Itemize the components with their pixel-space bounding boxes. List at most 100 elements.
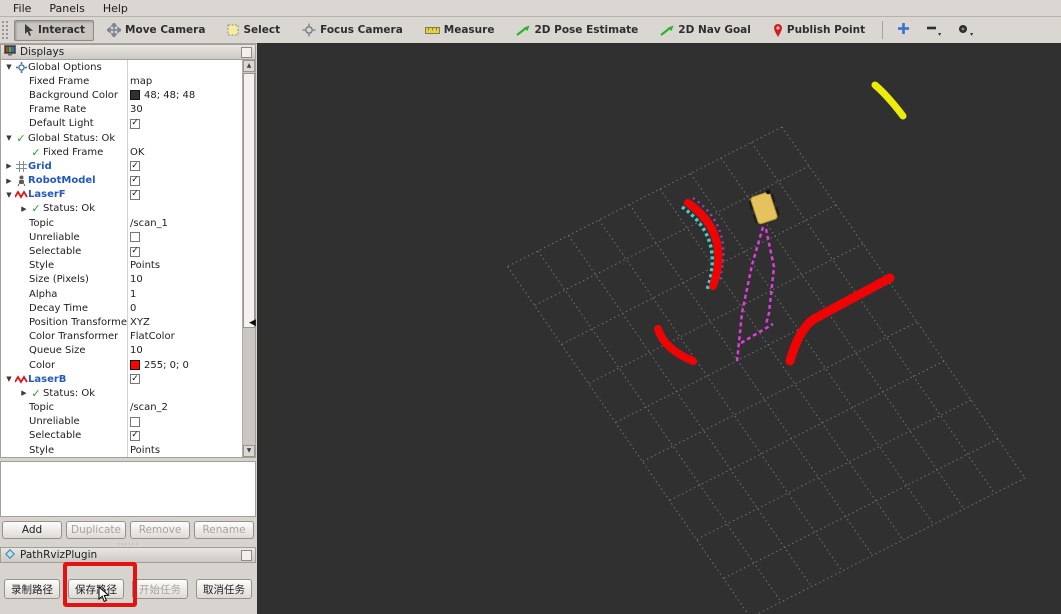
property-value[interactable]: 48; 48; 48 bbox=[127, 90, 255, 101]
property-value[interactable]: FlatColor bbox=[127, 331, 255, 342]
tool-select-button[interactable]: Select bbox=[218, 20, 289, 40]
tree-row[interactable]: Style Points bbox=[1, 259, 255, 273]
property-value[interactable]: Points bbox=[127, 445, 255, 456]
tree-row[interactable]: Default Light ✓ bbox=[1, 117, 255, 131]
checkbox-checked[interactable]: ✓ bbox=[130, 246, 140, 257]
tool-measure-button[interactable]: Measure bbox=[416, 20, 504, 40]
tree-row[interactable]: Background Color 48; 48; 48 bbox=[1, 88, 255, 102]
displays-tree[interactable]: ▼ Global Options Fixed Frame map Background … bbox=[0, 60, 256, 458]
property-value[interactable]: ✓ bbox=[127, 246, 255, 257]
tree-row[interactable]: ▶ Grid ✓ bbox=[1, 159, 255, 173]
tree-row[interactable]: ▶ ✓ Status: Ok bbox=[1, 202, 255, 216]
remove-display-button[interactable]: Remove bbox=[130, 521, 190, 539]
property-value[interactable]: 10 bbox=[127, 345, 255, 356]
checkbox-unchecked[interactable] bbox=[130, 232, 140, 243]
property-value[interactable] bbox=[127, 232, 255, 243]
add-display-button[interactable]: Add bbox=[2, 521, 62, 539]
property-value[interactable]: Points bbox=[127, 260, 255, 271]
scroll-up-icon[interactable]: ▲ bbox=[243, 60, 255, 72]
tool-interact-button[interactable]: Interact bbox=[14, 19, 95, 41]
tree-row[interactable]: Unreliable bbox=[1, 230, 255, 244]
tree-column-divider[interactable] bbox=[127, 60, 128, 457]
property-value[interactable]: ✓ bbox=[127, 374, 255, 385]
checkbox-unchecked[interactable] bbox=[130, 416, 140, 427]
tree-row[interactable]: Alpha 1 bbox=[1, 287, 255, 301]
tree-row[interactable]: Style Points bbox=[1, 443, 255, 457]
property-value[interactable]: 255; 0; 0 bbox=[127, 360, 255, 371]
checkbox-checked[interactable]: ✓ bbox=[130, 189, 140, 200]
expand-arrow-icon[interactable]: ▶ bbox=[19, 389, 29, 397]
tree-row[interactable]: ▼ ✓ Global Status: Ok bbox=[1, 131, 255, 145]
tree-row[interactable]: Decay Time 0 bbox=[1, 301, 255, 315]
render-viewport[interactable] bbox=[257, 43, 1061, 614]
expand-arrow-icon[interactable]: ▼ bbox=[4, 134, 14, 142]
tool-2d-nav-goal-button[interactable]: 2D Nav Goal bbox=[651, 20, 760, 40]
property-value[interactable] bbox=[127, 416, 255, 427]
checkbox-checked[interactable]: ✓ bbox=[130, 118, 140, 129]
tree-row[interactable]: Size (Pixels) 10 bbox=[1, 273, 255, 287]
property-value[interactable]: OK bbox=[127, 147, 255, 158]
panel-float-button[interactable] bbox=[241, 46, 252, 58]
save-path-button[interactable]: 保存路径 bbox=[68, 579, 124, 599]
start-task-button[interactable]: 开始任务 bbox=[132, 579, 188, 599]
menu-panels[interactable]: Panels bbox=[41, 1, 92, 16]
tree-row[interactable]: ✓ Fixed Frame OK bbox=[1, 145, 255, 159]
tree-row[interactable]: ▶ ✓ Status: Ok bbox=[1, 386, 255, 400]
tree-row[interactable]: Selectable ✓ bbox=[1, 244, 255, 258]
expand-arrow-icon[interactable]: ▶ bbox=[19, 205, 29, 213]
duplicate-display-button[interactable]: Duplicate bbox=[66, 521, 126, 539]
expand-arrow-icon[interactable]: ▶ bbox=[4, 162, 14, 170]
property-value[interactable]: /scan_1 bbox=[127, 218, 255, 229]
remove-tool-button[interactable]: ▾ bbox=[921, 21, 946, 40]
property-value[interactable]: ✓ bbox=[127, 175, 255, 186]
tree-row[interactable]: Queue Size 10 bbox=[1, 344, 255, 358]
menu-help[interactable]: Help bbox=[95, 1, 136, 16]
property-value[interactable]: 30 bbox=[127, 104, 255, 115]
tree-row[interactable]: ▶ RobotModel ✓ bbox=[1, 174, 255, 188]
tree-row[interactable]: Topic/scan_1 bbox=[1, 216, 255, 230]
tree-row[interactable]: ▼ LaserB ✓ bbox=[1, 372, 255, 386]
record-path-button[interactable]: 录制路径 bbox=[4, 579, 60, 599]
property-value[interactable]: ✓ bbox=[127, 118, 255, 129]
rename-display-button[interactable]: Rename bbox=[194, 521, 254, 539]
color-swatch[interactable] bbox=[130, 90, 140, 101]
checkbox-checked[interactable]: ✓ bbox=[130, 175, 140, 186]
tool-2d-pose-estimate-button[interactable]: 2D Pose Estimate bbox=[507, 20, 647, 40]
menu-file[interactable]: File bbox=[5, 1, 39, 16]
scrollbar-thumb[interactable] bbox=[243, 73, 255, 328]
property-value[interactable]: /scan_2 bbox=[127, 402, 255, 413]
property-value[interactable]: ✓ bbox=[127, 161, 255, 172]
toolbar-drag-handle[interactable] bbox=[2, 21, 8, 39]
tool-properties-button[interactable]: ▾ bbox=[952, 21, 978, 40]
tree-row[interactable]: ▼ Global Options bbox=[1, 60, 255, 74]
property-value[interactable]: 1 bbox=[127, 289, 255, 300]
expand-arrow-icon[interactable]: ▼ bbox=[4, 63, 14, 71]
tool-publish-point-button[interactable]: Publish Point bbox=[764, 20, 874, 41]
property-value[interactable]: ✓ bbox=[127, 430, 255, 441]
displays-panel-header[interactable]: Displays bbox=[0, 44, 256, 60]
cancel-task-button[interactable]: 取消任务 bbox=[196, 579, 252, 599]
property-value[interactable]: 10 bbox=[127, 274, 255, 285]
checkbox-checked[interactable]: ✓ bbox=[130, 374, 140, 385]
add-tool-button[interactable] bbox=[892, 19, 915, 41]
checkbox-checked[interactable]: ✓ bbox=[130, 430, 140, 441]
tree-row[interactable]: Color Transformer FlatColor bbox=[1, 330, 255, 344]
tree-row[interactable]: Unreliable bbox=[1, 415, 255, 429]
tree-scrollbar[interactable]: ▲ ▼ bbox=[242, 60, 255, 457]
tool-move-camera-button[interactable]: Move Camera bbox=[98, 19, 214, 41]
panel-collapse-arrow-icon[interactable]: ◀ bbox=[249, 318, 256, 328]
tree-row[interactable]: Fixed Frame map bbox=[1, 74, 255, 88]
tree-row[interactable]: Position Transformer XYZ bbox=[1, 315, 255, 329]
scroll-down-icon[interactable]: ▼ bbox=[243, 445, 255, 457]
expand-arrow-icon[interactable]: ▼ bbox=[4, 375, 14, 383]
tree-row[interactable]: Topic/scan_2 bbox=[1, 401, 255, 415]
tree-row[interactable]: Color 255; 0; 0 bbox=[1, 358, 255, 372]
tree-row[interactable]: Selectable ✓ bbox=[1, 429, 255, 443]
property-value[interactable]: 0 bbox=[127, 303, 255, 314]
tree-row[interactable]: Frame Rate 30 bbox=[1, 103, 255, 117]
color-swatch[interactable] bbox=[130, 360, 140, 371]
checkbox-checked[interactable]: ✓ bbox=[130, 161, 140, 172]
property-value[interactable]: ✓ bbox=[127, 189, 255, 200]
panel-float-button[interactable] bbox=[241, 549, 252, 561]
tool-focus-camera-button[interactable]: Focus Camera bbox=[293, 19, 412, 41]
